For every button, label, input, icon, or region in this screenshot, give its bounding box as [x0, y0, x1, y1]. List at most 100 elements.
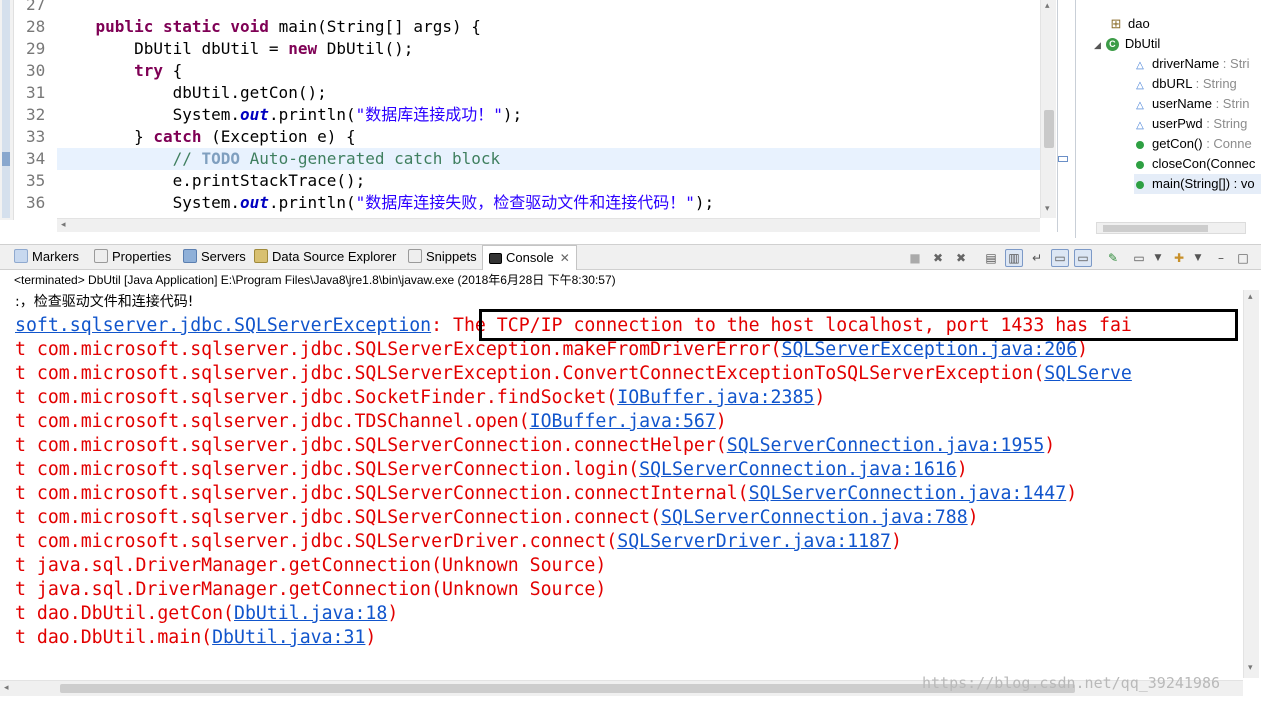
remove-all-launches-icon[interactable]: ✖ — [952, 249, 970, 267]
stack-trace-line: t com.microsoft.sqlserver.jdbc.SQLServer… — [15, 458, 968, 482]
tab-data-source-explorer[interactable]: Data Source Explorer — [254, 245, 396, 270]
pin-console-icon[interactable]: ✎ — [1104, 249, 1122, 267]
console-status-line: <terminated> DbUtil [Java Application] E… — [14, 273, 616, 287]
outline-package[interactable]: ⊞ dao — [1110, 14, 1150, 34]
source-link[interactable]: DbUtil.java:31 — [212, 627, 365, 648]
code-line[interactable]: System.out.println("数据库连接成功！"); — [57, 104, 1042, 126]
console-output[interactable]: :，检查驱动文件和连接代码! soft.sqlserver.jdbc.SQLSe… — [0, 290, 1243, 678]
stack-frame-suffix: ) — [967, 507, 979, 528]
tab-console[interactable]: Console ✕ — [482, 245, 577, 270]
tab-markers[interactable]: Markers — [14, 245, 79, 270]
outline-member[interactable]: △ dbURL : String — [1134, 74, 1261, 94]
expand-arrow-icon[interactable]: ◢ — [1094, 40, 1101, 50]
stack-frame-suffix: ) — [956, 459, 968, 480]
scroll-left-icon[interactable]: ◂ — [4, 683, 9, 693]
source-link[interactable]: SQLServerException.java:206 — [782, 339, 1078, 360]
line-number: 36 — [26, 193, 46, 212]
scroll-down-icon[interactable]: ▾ — [1045, 204, 1050, 214]
outline-member[interactable]: △ userPwd : String — [1134, 114, 1261, 134]
source-link[interactable]: IOBuffer.java:567 — [530, 411, 716, 432]
source-link[interactable]: SQLServe — [1044, 363, 1132, 384]
code-line[interactable]: public static void main(String[] args) { — [57, 16, 1042, 38]
view-menu-icon[interactable]: ▼ — [1189, 249, 1207, 267]
static-method-icon — [1136, 180, 1144, 189]
member-name: userPwd — [1152, 116, 1203, 131]
member-type: : String — [1202, 116, 1248, 131]
code-token: void — [230, 17, 269, 36]
scroll-down-icon[interactable]: ▾ — [1248, 663, 1253, 673]
scroll-up-icon[interactable]: ▴ — [1248, 292, 1253, 302]
code-token: .println( — [268, 193, 356, 212]
editor-horizontal-scrollbar[interactable]: ◂ — [57, 218, 1040, 232]
outline-view: ⊞ dao ◢ C DbUtil △ driverName : Stri △ dbURL :… — [1075, 0, 1261, 238]
code-line[interactable]: DbUtil dbUtil = new DbUtil(); — [57, 38, 1042, 60]
outline-member[interactable]: △ userName : Strin — [1134, 94, 1261, 114]
watermark: https://blog.csdn.net/qq_39241986 — [922, 674, 1221, 692]
code-line[interactable]: // TODO Auto-generated catch block — [57, 148, 1042, 170]
editor-vertical-scrollbar[interactable]: ▴ ▾ — [1040, 0, 1056, 218]
tab-snippets[interactable]: Snippets — [408, 245, 477, 270]
outline-member[interactable]: main(String[]) : vo — [1134, 174, 1261, 194]
source-link[interactable]: SQLServerConnection.java:1447 — [749, 483, 1067, 504]
chevron-down-icon[interactable]: ▼ — [1149, 249, 1167, 267]
word-wrap-icon[interactable]: ↵ — [1028, 249, 1046, 267]
outline-class[interactable]: ◢ C DbUtil — [1094, 34, 1160, 54]
code-token: } — [134, 127, 154, 146]
close-icon[interactable]: ✕ — [560, 251, 570, 265]
editor-scroll-thumb[interactable] — [1044, 110, 1054, 148]
overview-ruler-mark[interactable] — [1058, 156, 1068, 162]
outline-scroll-thumb[interactable] — [1103, 225, 1208, 232]
scroll-up-icon[interactable]: ▴ — [1045, 1, 1050, 11]
code-line[interactable]: System.out.println("数据库连接失败，检查驱动文件和连接代码！… — [57, 192, 1042, 214]
stack-frame-suffix: ) — [715, 411, 727, 432]
tab-data-source-explorer-label: Data Source Explorer — [272, 249, 397, 264]
exception-class-link[interactable]: soft.sqlserver.jdbc.SQLServerException — [15, 315, 431, 336]
stack-frame-text: t dao.DbUtil.main( — [15, 627, 213, 648]
code-line[interactable]: dbUtil.getCon(); — [57, 82, 1042, 104]
code-token: "数据库连接失败，检查驱动文件和连接代码！" — [355, 193, 695, 212]
terminate-icon[interactable]: ■ — [906, 249, 924, 267]
source-link[interactable]: SQLServerDriver.java:1187 — [617, 531, 891, 552]
clear-console-icon[interactable]: ▤ — [982, 249, 1000, 267]
stack-frame-text: t com.microsoft.sqlserver.jdbc.TDSChanne… — [15, 411, 530, 432]
source-link[interactable]: IOBuffer.java:2385 — [617, 387, 814, 408]
maximize-icon[interactable]: □ — [1234, 249, 1252, 267]
show-console-stdout-icon[interactable]: ▭ — [1051, 249, 1069, 267]
outline-member[interactable]: △ driverName : Stri — [1134, 54, 1261, 74]
package-label: dao — [1128, 16, 1150, 31]
source-link[interactable]: DbUtil.java:18 — [234, 603, 387, 624]
source-link[interactable]: SQLServerConnection.java:1955 — [727, 435, 1045, 456]
display-selected-console-icon[interactable]: ▭ — [1130, 249, 1148, 267]
code-line[interactable]: } catch (Exception e) { — [57, 126, 1042, 148]
views-tab-bar: Markers Properties Servers Data Source E… — [0, 244, 1261, 270]
code-token: System. — [172, 193, 241, 212]
outline-member[interactable]: getCon() : Conne — [1134, 134, 1261, 154]
tab-properties[interactable]: Properties — [94, 245, 171, 270]
tab-servers[interactable]: Servers — [183, 245, 246, 270]
console-vertical-scrollbar[interactable]: ▴ ▾ — [1243, 290, 1259, 678]
code-token: .println( — [268, 105, 356, 124]
code-line[interactable] — [57, 0, 1042, 16]
outline-member[interactable]: closeCon(Connec — [1134, 154, 1261, 174]
outline-horizontal-scrollbar[interactable] — [1096, 222, 1246, 234]
source-link[interactable]: SQLServerConnection.java:788 — [661, 507, 968, 528]
exception-message: The TCP/IP connection to the host localh… — [442, 315, 1132, 336]
code-token: main(String[] args) { — [268, 17, 481, 36]
source-link[interactable]: SQLServerConnection.java:1616 — [639, 459, 957, 480]
stack-frame-text: t com.microsoft.sqlserver.jdbc.SQLServer… — [15, 435, 727, 456]
open-console-icon[interactable]: ✚ — [1170, 249, 1188, 267]
task-marker-icon[interactable] — [2, 152, 10, 166]
code-token: ); — [502, 105, 523, 124]
line-number: 27 — [26, 0, 46, 14]
stack-trace-line: t com.microsoft.sqlserver.jdbc.SQLServer… — [15, 482, 1077, 506]
scroll-lock-icon[interactable]: ▥ — [1005, 249, 1023, 267]
minimize-icon[interactable]: – — [1212, 249, 1230, 267]
remove-launch-icon[interactable]: ✖ — [929, 249, 947, 267]
show-console-stderr-icon[interactable]: ▭ — [1074, 249, 1092, 267]
code-line[interactable]: e.printStackTrace(); — [57, 170, 1042, 192]
scroll-left-icon[interactable]: ◂ — [61, 220, 66, 230]
code-line[interactable]: try { — [57, 60, 1042, 82]
code-editor[interactable]: 27 28 29 30 31 32 33 34 35 36 public static void … — [0, 0, 1058, 232]
code-text[interactable]: public static void main(String[] args) {… — [57, 0, 1042, 214]
